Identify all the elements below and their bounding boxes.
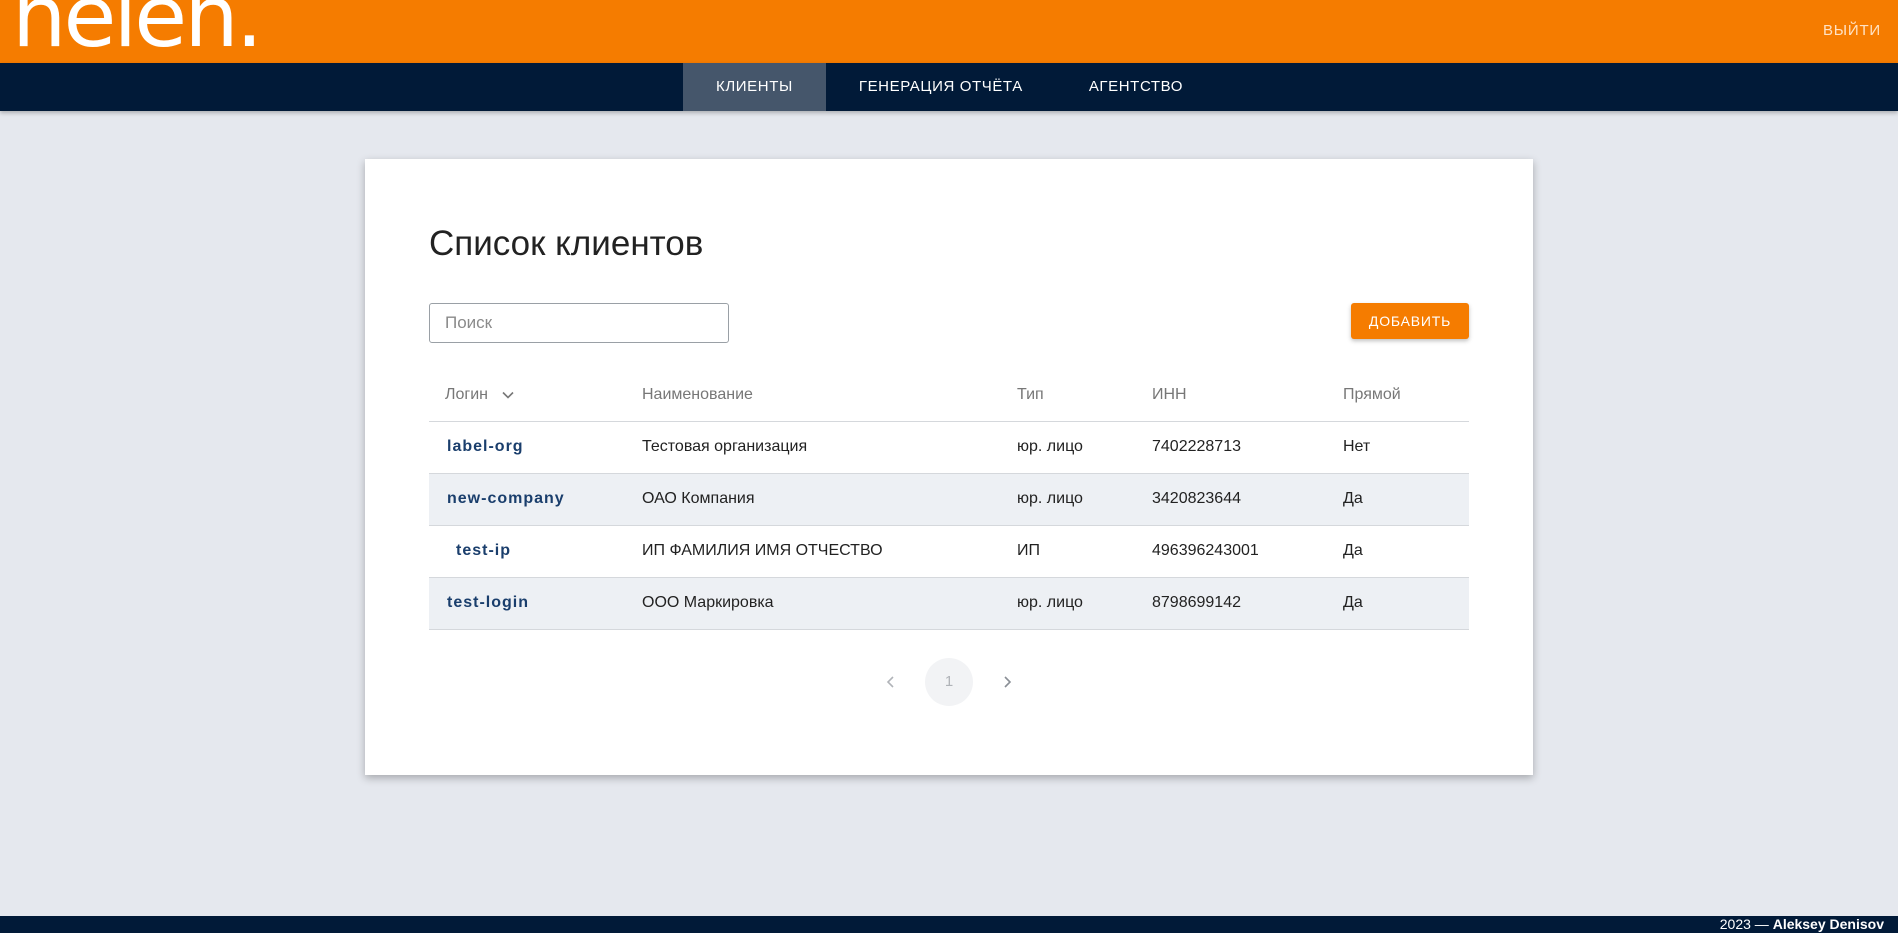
cell-direct: Да — [1343, 473, 1469, 526]
table-row[interactable]: test-login ООО Маркировка юр. лицо 87986… — [429, 577, 1469, 630]
cell-login: new-company — [429, 473, 642, 526]
table-row[interactable]: test-ip ИП ФАМИЛИЯ ИМЯ ОТЧЕСТВО ИП 49639… — [429, 525, 1469, 578]
cell-login: test-login — [429, 577, 642, 630]
tab-clients[interactable]: Клиенты — [683, 63, 826, 111]
add-client-button[interactable]: Добавить — [1351, 303, 1469, 339]
cell-direct: Да — [1343, 577, 1469, 630]
table-row[interactable]: label-org Тестовая организация юр. лицо … — [429, 421, 1469, 474]
pagination: 1 — [365, 658, 1533, 706]
cell-type: ИП — [1017, 525, 1152, 578]
column-header-inn[interactable]: ИНН — [1152, 369, 1343, 422]
chevron-right-icon[interactable] — [997, 672, 1017, 697]
tab-report-generation[interactable]: Генерация отчёта — [826, 63, 1056, 111]
logout-button[interactable]: Выйти — [1823, 22, 1881, 39]
footer: 2023 — Aleksey Denisov — [0, 916, 1898, 933]
cell-login: test-ip — [429, 525, 642, 578]
cell-inn: 7402228713 — [1152, 421, 1343, 474]
column-header-type[interactable]: Тип — [1017, 369, 1152, 422]
client-login-link[interactable]: label-org — [447, 438, 524, 455]
search-input[interactable] — [429, 303, 729, 343]
tab-agency[interactable]: Агентство — [1056, 63, 1216, 111]
cell-name: ООО Маркировка — [642, 577, 1017, 630]
footer-year: 2023 — — [1719, 916, 1769, 932]
column-header-label: Логин — [445, 385, 489, 403]
table-row[interactable]: new-company ОАО Компания юр. лицо 342082… — [429, 473, 1469, 526]
cell-type: юр. лицо — [1017, 421, 1152, 474]
cell-inn: 3420823644 — [1152, 473, 1343, 526]
main-nav: Клиенты Генерация отчёта Агентство — [0, 63, 1898, 111]
cell-name: ИП ФАМИЛИЯ ИМЯ ОТЧЕСТВО — [642, 525, 1017, 578]
footer-author: Aleksey Denisov — [1772, 916, 1884, 932]
clients-table: Логин Наименование Тип ИНН Прямой label-… — [429, 369, 1469, 630]
helen-logo[interactable]: helen. — [12, 0, 263, 60]
cell-type: юр. лицо — [1017, 473, 1152, 526]
column-header-direct[interactable]: Прямой — [1343, 369, 1469, 422]
cell-direct: Да — [1343, 525, 1469, 578]
column-header-login[interactable]: Логин — [429, 369, 642, 422]
client-login-link[interactable]: new-company — [447, 490, 565, 507]
cell-name: ОАО Компания — [642, 473, 1017, 526]
chevron-down-icon[interactable] — [502, 386, 515, 404]
cell-inn: 8798699142 — [1152, 577, 1343, 630]
table-header-row: Логин Наименование Тип ИНН Прямой — [429, 369, 1469, 422]
client-login-link[interactable]: test-login — [447, 594, 529, 611]
client-login-link[interactable]: test-ip — [456, 542, 511, 559]
cell-login: label-org — [429, 421, 642, 474]
cell-type: юр. лицо — [1017, 577, 1152, 630]
column-header-name[interactable]: Наименование — [642, 369, 1017, 422]
cell-direct: Нет — [1343, 421, 1469, 474]
nav-tabs: Клиенты Генерация отчёта Агентство — [683, 63, 1216, 111]
chevron-left-icon[interactable] — [881, 672, 901, 697]
clients-card: Список клиентов Добавить Логин Наименова… — [365, 159, 1533, 775]
page-button-current[interactable]: 1 — [925, 658, 973, 706]
top-header: helen. Выйти — [0, 0, 1898, 63]
page-title: Список клиентов — [429, 224, 704, 263]
cell-inn: 496396243001 — [1152, 525, 1343, 578]
cell-name: Тестовая организация — [642, 421, 1017, 474]
